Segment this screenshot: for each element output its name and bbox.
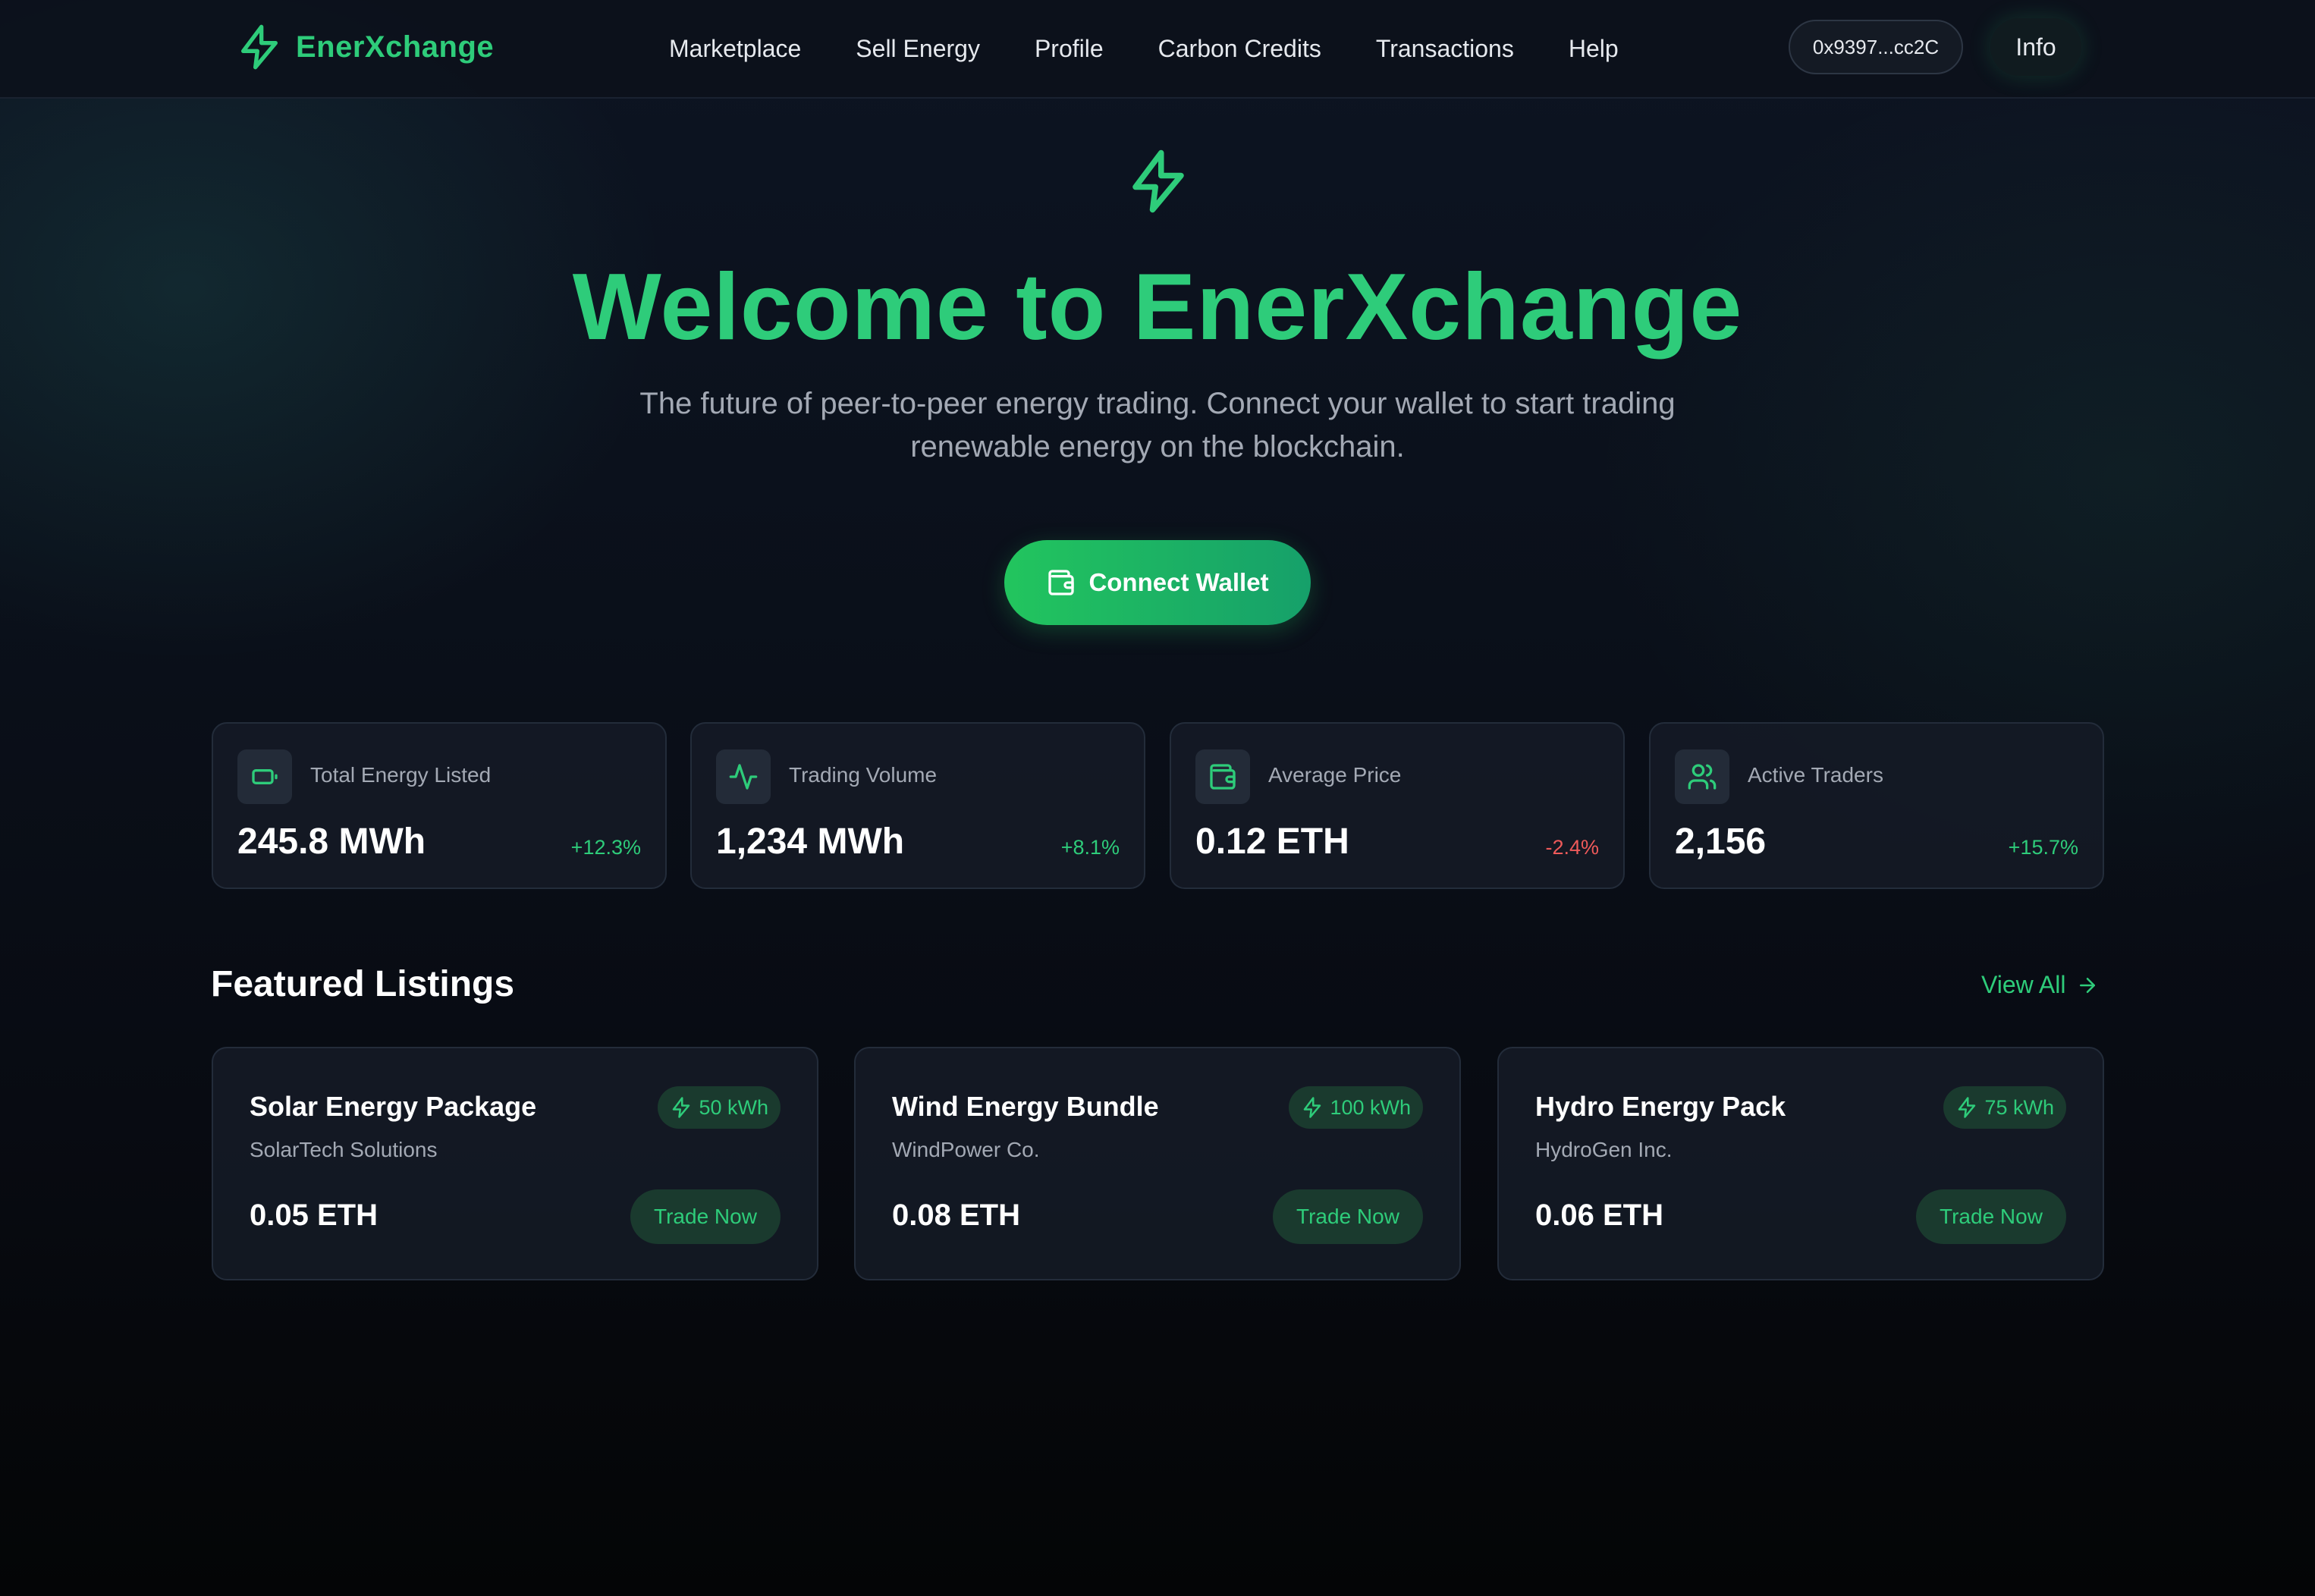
energy-amount-badge: 75 kWh xyxy=(1943,1086,2066,1129)
listing-price: 0.08 ETH xyxy=(892,1199,1020,1232)
nav-link-transactions[interactable]: Transactions xyxy=(1376,30,1514,67)
energy-amount: 50 kWh xyxy=(699,1095,768,1119)
hero-subtitle: The future of peer-to-peer energy tradin… xyxy=(639,387,1676,463)
view-all-link[interactable]: View All xyxy=(1981,971,2099,999)
nav-link-sell-energy[interactable]: Sell Energy xyxy=(856,30,980,67)
hero-title: Welcome to EnerXchange xyxy=(572,255,1743,360)
energy-amount-badge: 50 kWh xyxy=(658,1086,781,1129)
lightning-bolt-icon xyxy=(673,1097,690,1118)
hero-lightning-bolt-icon xyxy=(1132,149,1184,213)
stat-change: +15.7% xyxy=(2008,836,2078,859)
nav-link-profile[interactable]: Profile xyxy=(1035,30,1104,67)
stat-icon-box xyxy=(716,749,771,804)
arrow-right-icon xyxy=(2080,977,2096,993)
stat-value: 1,234 MWh xyxy=(716,822,905,862)
stat-label: Total Energy Listed xyxy=(310,763,492,787)
battery-icon xyxy=(252,769,278,784)
trade-now-button[interactable]: Trade Now xyxy=(630,1189,781,1244)
energy-amount: 100 kWh xyxy=(1330,1095,1411,1119)
activity-icon xyxy=(729,764,758,790)
wallet-icon xyxy=(1048,570,1075,595)
nav-link-marketplace[interactable]: Marketplace xyxy=(669,30,801,67)
lightning-bolt-icon xyxy=(241,24,278,70)
stat-icon-box xyxy=(237,749,292,804)
listing-seller: HydroGen Inc. xyxy=(1535,1138,1673,1161)
wallet-icon xyxy=(1210,764,1236,790)
nav-link-carbon-credits[interactable]: Carbon Credits xyxy=(1158,30,1321,67)
listing-title: Solar Energy Package xyxy=(250,1091,537,1122)
stat-card-average-price: Average Price 0.12 ETH -2.4% xyxy=(1170,722,1625,889)
listing-seller: WindPower Co. xyxy=(892,1138,1040,1161)
nav-link-help[interactable]: Help xyxy=(1569,30,1619,67)
stat-change: +12.3% xyxy=(570,836,641,859)
stat-label: Average Price xyxy=(1268,763,1402,787)
stat-icon-box xyxy=(1195,749,1250,804)
nav-links: Marketplace Sell Energy Profile Carbon C… xyxy=(669,30,1673,67)
listing-title: Hydro Energy Pack xyxy=(1535,1091,1786,1122)
stat-card-total-energy: Total Energy Listed 245.8 MWh +12.3% xyxy=(212,722,667,889)
listing-price: 0.06 ETH xyxy=(1535,1199,1663,1232)
stat-value: 245.8 MWh xyxy=(237,822,426,862)
users-icon xyxy=(1688,764,1717,790)
brand-logo[interactable]: EnerXchange xyxy=(235,23,494,71)
brand-name: EnerXchange xyxy=(296,30,495,64)
lightning-bolt-icon xyxy=(1304,1097,1321,1118)
energy-amount: 75 kWh xyxy=(1984,1095,2054,1119)
trade-now-button[interactable]: Trade Now xyxy=(1273,1189,1423,1244)
connect-wallet-label: Connect Wallet xyxy=(1088,568,1269,596)
stat-change: +8.1% xyxy=(1060,836,1120,859)
lightning-bolt-icon xyxy=(1958,1097,1976,1118)
energy-amount-badge: 100 kWh xyxy=(1289,1086,1423,1129)
featured-listings-title: Featured Listings xyxy=(211,964,515,1004)
view-all-label: View All xyxy=(1981,971,2066,998)
info-button[interactable]: Info xyxy=(1990,18,2081,76)
wallet-address-button[interactable]: 0x9397...cc2C xyxy=(1789,20,1963,74)
stat-card-active-traders: Active Traders 2,156 +15.7% xyxy=(1649,722,2104,889)
stat-value: 0.12 ETH xyxy=(1195,822,1349,862)
listing-seller: SolarTech Solutions xyxy=(250,1138,438,1161)
stat-card-trading-volume: Trading Volume 1,234 MWh +8.1% xyxy=(690,722,1145,889)
listing-title: Wind Energy Bundle xyxy=(892,1091,1159,1122)
stat-value: 2,156 xyxy=(1675,822,1767,862)
stat-label: Active Traders xyxy=(1748,763,1883,787)
stat-change: -2.4% xyxy=(1545,836,1599,859)
top-navbar: EnerXchange Marketplace Sell Energy Prof… xyxy=(0,0,2315,99)
listing-card-solar: Solar Energy Package SolarTech Solutions… xyxy=(212,1047,818,1280)
listing-card-hydro: Hydro Energy Pack HydroGen Inc. 75 kWh 0… xyxy=(1497,1047,2104,1280)
stat-icon-box xyxy=(1675,749,1729,804)
stat-label: Trading Volume xyxy=(789,763,938,787)
trade-now-button[interactable]: Trade Now xyxy=(1916,1189,2066,1244)
connect-wallet-button[interactable]: Connect Wallet xyxy=(1004,540,1311,625)
listing-price: 0.05 ETH xyxy=(250,1199,378,1232)
listing-card-wind: Wind Energy Bundle WindPower Co. 100 kWh… xyxy=(854,1047,1461,1280)
